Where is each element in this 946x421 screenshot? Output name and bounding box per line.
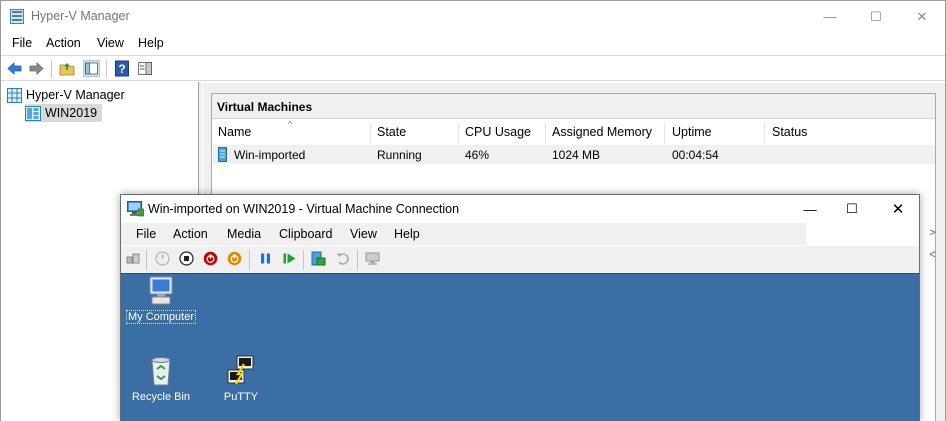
pause-icon[interactable] bbox=[258, 251, 273, 266]
column-divider[interactable] bbox=[664, 122, 665, 144]
vm-maximize-button[interactable]: ☐ bbox=[829, 195, 875, 223]
show-hide-action-pane-icon[interactable] bbox=[137, 60, 154, 77]
vm-connection-app-icon bbox=[127, 201, 144, 217]
vm-menu-help[interactable]: Help bbox=[394, 227, 420, 241]
checkpoint-icon[interactable] bbox=[311, 251, 326, 266]
minimize-button[interactable]: — bbox=[807, 1, 853, 32]
vm-menu-action[interactable]: Action bbox=[173, 227, 208, 241]
hyperv-titlebar[interactable]: Hyper-V Manager — ☐ ✕ bbox=[1, 1, 945, 32]
vm-connection-title: Win-imported on WIN2019 - Virtual Machin… bbox=[148, 202, 460, 216]
ctrl-alt-del-icon[interactable] bbox=[126, 251, 141, 266]
recycle-bin-icon bbox=[151, 357, 171, 386]
window-title: Hyper-V Manager bbox=[31, 9, 130, 23]
vm-close-button[interactable]: ✕ bbox=[875, 195, 921, 223]
menu-bar: File Action View Help bbox=[1, 32, 945, 54]
my-computer-icon bbox=[149, 276, 173, 305]
show-hide-console-tree-icon[interactable] bbox=[83, 60, 100, 77]
vm-menu-file[interactable]: File bbox=[136, 227, 156, 241]
turn-off-icon[interactable] bbox=[179, 251, 194, 266]
vm-menu-view[interactable]: View bbox=[350, 227, 377, 241]
toolbar-separator bbox=[303, 250, 304, 270]
save-state-icon[interactable] bbox=[227, 251, 242, 266]
tree-item-server[interactable]: WIN2019 bbox=[25, 104, 103, 122]
column-divider[interactable] bbox=[370, 122, 371, 144]
folder-up-icon[interactable] bbox=[59, 60, 76, 77]
cell-cpu-usage: 46% bbox=[465, 148, 490, 162]
sort-indicator-icon: ^ bbox=[288, 119, 293, 129]
tree-item-hyperv-manager[interactable]: Hyper-V Manager bbox=[7, 86, 125, 104]
vm-menu-bar: File Action Media Clipboard View Help bbox=[121, 223, 806, 245]
resume-icon[interactable] bbox=[282, 251, 297, 266]
shutdown-icon[interactable] bbox=[203, 251, 218, 266]
forward-arrow-icon[interactable] bbox=[28, 60, 45, 77]
hyperv-manager-icon bbox=[7, 87, 22, 103]
vm-toolbar bbox=[121, 246, 919, 273]
help-icon[interactable]: ? bbox=[114, 60, 131, 77]
desktop-icon-recycle-bin[interactable]: Recycle Bin bbox=[121, 354, 201, 403]
table-row[interactable]: Win-imported Running 46% 1024 MB 00:04:5… bbox=[213, 145, 935, 164]
menu-view[interactable]: View bbox=[97, 36, 124, 50]
column-divider[interactable] bbox=[458, 122, 459, 144]
scroll-left-arrow-icon[interactable]: < bbox=[920, 245, 945, 265]
vm-connection-titlebar[interactable]: Win-imported on WIN2019 - Virtual Machin… bbox=[121, 195, 919, 223]
tree-label-server: WIN2019 bbox=[45, 106, 98, 120]
my-computer-label: My Computer bbox=[125, 310, 197, 324]
toolbar-separator bbox=[146, 250, 147, 270]
recycle-bin-label: Recycle Bin bbox=[131, 391, 191, 403]
vm-minimize-button[interactable]: — bbox=[787, 195, 833, 223]
maximize-button[interactable]: ☐ bbox=[853, 1, 899, 32]
menu-file[interactable]: File bbox=[12, 36, 32, 50]
column-header-status[interactable]: Status bbox=[772, 125, 807, 139]
column-header-name[interactable]: Name bbox=[218, 125, 251, 139]
putty-icon bbox=[227, 355, 254, 385]
toolbar-separator bbox=[357, 250, 358, 270]
column-header-cpu-usage[interactable]: CPU Usage bbox=[465, 125, 531, 139]
toolbar-separator bbox=[249, 250, 250, 270]
toolbar-separator bbox=[51, 60, 52, 78]
column-header-uptime[interactable]: Uptime bbox=[672, 125, 712, 139]
cell-vm-state: Running bbox=[377, 148, 422, 162]
cell-vm-name: Win-imported bbox=[234, 148, 306, 162]
tree-label-root: Hyper-V Manager bbox=[26, 88, 125, 102]
server-icon bbox=[25, 105, 41, 121]
putty-label: PuTTY bbox=[223, 391, 259, 403]
vm-desktop-screen[interactable]: My Computer Recycle Bin PuTTY bbox=[121, 273, 919, 421]
toolbar: ? bbox=[1, 55, 945, 81]
menu-action[interactable]: Action bbox=[46, 36, 81, 50]
scroll-right-arrow-icon[interactable]: > bbox=[920, 223, 945, 243]
menu-help[interactable]: Help bbox=[138, 36, 164, 50]
close-button[interactable]: ✕ bbox=[899, 1, 945, 32]
virtual-machines-header: Virtual Machines bbox=[212, 94, 935, 119]
desktop-icon-putty[interactable]: PuTTY bbox=[201, 354, 281, 403]
enhanced-session-icon[interactable] bbox=[365, 251, 380, 266]
vm-menu-clipboard[interactable]: Clipboard bbox=[279, 227, 333, 241]
column-divider[interactable] bbox=[764, 122, 765, 144]
hyperv-app-icon bbox=[10, 9, 24, 24]
start-icon[interactable] bbox=[155, 251, 170, 266]
toolbar-separator bbox=[106, 60, 107, 78]
vm-menu-media[interactable]: Media bbox=[227, 227, 261, 241]
column-header-assigned-memory[interactable]: Assigned Memory bbox=[552, 125, 652, 139]
cell-uptime: 00:04:54 bbox=[672, 148, 719, 162]
svg-text:?: ? bbox=[118, 62, 125, 76]
back-arrow-icon[interactable] bbox=[6, 60, 23, 77]
desktop-icon-my-computer[interactable]: My Computer bbox=[121, 274, 201, 324]
cell-assigned-memory: 1024 MB bbox=[552, 148, 601, 162]
column-header-state[interactable]: State bbox=[377, 125, 406, 139]
virtual-machine-icon bbox=[218, 147, 227, 162]
revert-icon[interactable] bbox=[335, 251, 350, 266]
column-divider[interactable] bbox=[545, 122, 546, 144]
vm-connection-window: Win-imported on WIN2019 - Virtual Machin… bbox=[120, 194, 920, 421]
